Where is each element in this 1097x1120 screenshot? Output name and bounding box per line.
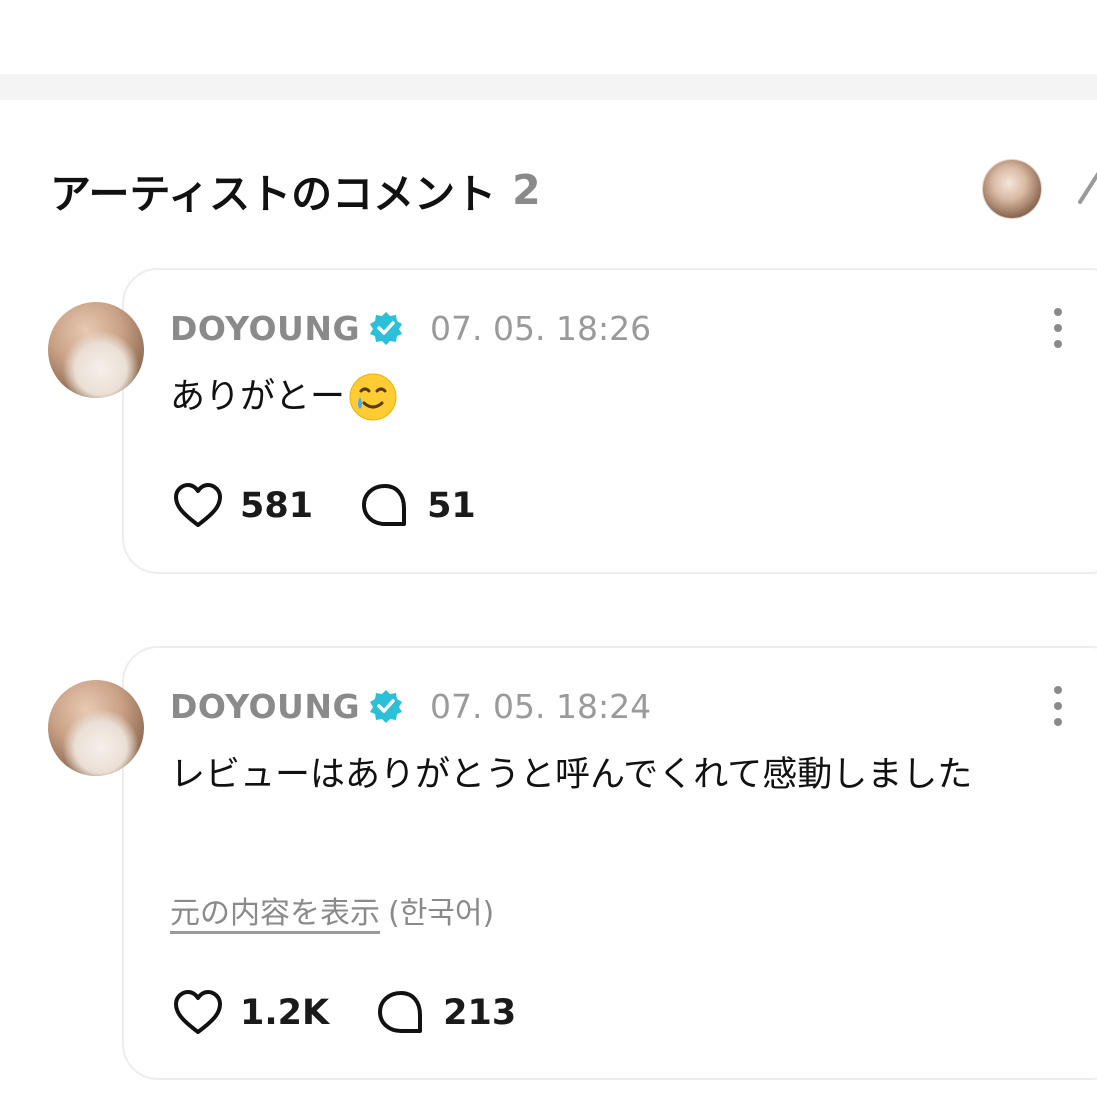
comment-timestamp: 07. 05. 18:26 (430, 308, 652, 348)
comment-bubble-icon[interactable] (373, 985, 429, 1041)
top-area (0, 0, 1097, 74)
section-divider (0, 74, 1097, 100)
smiling-face-with-tear-icon (349, 373, 397, 421)
author-name[interactable]: DOYOUNG (170, 687, 360, 726)
like-count: 581 (240, 486, 314, 526)
avatar[interactable] (48, 302, 144, 398)
header-avatar[interactable] (982, 159, 1042, 219)
comment-actions: 1.2K 213 (170, 985, 516, 1041)
show-original-link[interactable]: 元の内容を表示 (170, 896, 380, 931)
comment-meta: DOYOUNG 07. 05. 18:24 (170, 684, 651, 728)
comment-body: ありがとー (170, 377, 346, 417)
translation-row: 元の内容を表示 (한국어) (170, 888, 494, 932)
reply-count: 213 (443, 993, 517, 1033)
section-header: アーティストのコメント 2 (50, 160, 541, 220)
author-name[interactable]: DOYOUNG (170, 309, 360, 348)
comment-text: レビューはありがとうと呼んでくれて感動しました (170, 755, 973, 795)
section-count: 2 (512, 166, 541, 214)
comment-text: ありがとー (170, 368, 399, 426)
reply-count: 51 (427, 486, 476, 526)
heart-icon[interactable] (170, 985, 226, 1041)
section-title: アーティストのコメント (50, 170, 497, 218)
more-vertical-icon[interactable] (1046, 684, 1070, 728)
original-language: (한국어) (388, 896, 495, 931)
avatar[interactable] (48, 680, 144, 776)
more-vertical-icon[interactable] (1046, 306, 1070, 350)
verified-badge-icon (370, 312, 403, 345)
comment-timestamp: 07. 05. 18:24 (430, 686, 652, 726)
artist-comments-page: アーティストのコメント 2 DOYOUNG 07. 05. 18:26 ありがと… (0, 0, 1097, 1120)
heart-icon[interactable] (170, 478, 226, 534)
like-count: 1.2K (240, 993, 330, 1033)
comment-actions: 581 51 (170, 478, 476, 534)
comment-meta: DOYOUNG 07. 05. 18:26 (170, 306, 651, 350)
comment-bubble-icon[interactable] (357, 478, 413, 534)
edit-pen-icon[interactable] (1074, 168, 1097, 208)
verified-badge-icon (370, 690, 403, 723)
